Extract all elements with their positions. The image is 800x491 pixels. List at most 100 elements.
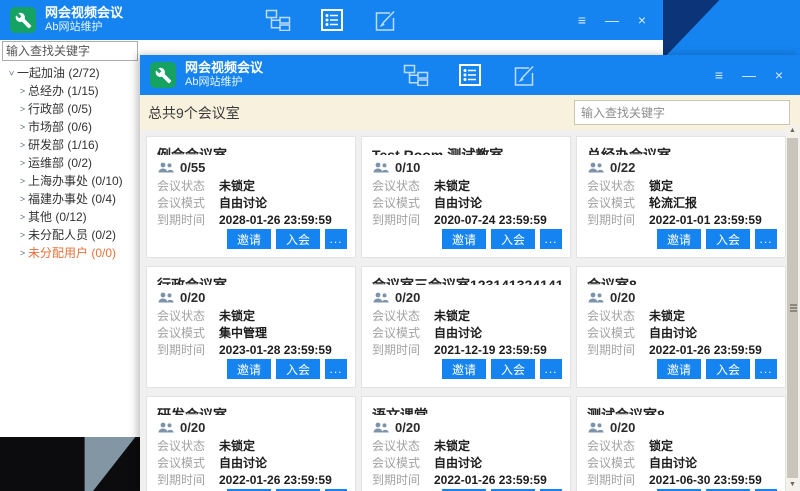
wallpaper-black-corner <box>0 437 141 491</box>
sidebar-tree-item[interactable]: > 总经办 (1/15) <box>0 82 140 100</box>
participant-count: 0/20 <box>610 420 635 435</box>
participant-count: 0/20 <box>395 290 420 305</box>
app-logo-wrench-icon <box>10 7 36 33</box>
expiry-label: 到期时间 <box>157 472 209 489</box>
expiry-value: 2022-01-26 23:59:59 <box>649 342 762 359</box>
participant-count: 0/20 <box>180 290 205 305</box>
expiry-label: 到期时间 <box>372 212 424 229</box>
invite-button[interactable]: 邀请 <box>442 359 486 379</box>
sidebar-tree-item[interactable]: > 一起加油 (2/72) <box>0 64 140 82</box>
status-value: 未锁定 <box>219 438 255 455</box>
join-button[interactable]: 入会 <box>706 229 750 249</box>
more-options-button[interactable]: ... <box>325 229 347 249</box>
more-options-button[interactable]: ... <box>540 359 562 379</box>
vertical-scrollbar[interactable]: ▲ ▼ <box>786 125 799 491</box>
department-sidebar: > 一起加油 (2/72) > 总经办 (1/15) > 行政部 (0/5) >… <box>0 40 140 437</box>
mode-value: 自由讨论 <box>434 455 482 472</box>
sidebar-tree-item[interactable]: > 未分配人员 (0/2) <box>0 226 140 244</box>
wallpaper-navy-shape <box>660 0 800 56</box>
join-button[interactable]: 入会 <box>706 359 750 379</box>
more-options-button[interactable]: ... <box>755 359 777 379</box>
back-minimize-button[interactable]: — <box>601 9 623 31</box>
mode-value: 自由讨论 <box>434 325 482 342</box>
join-button[interactable]: 入会 <box>491 359 535 379</box>
front-menu-button[interactable]: ≡ <box>708 64 730 86</box>
scrollbar-thumb[interactable] <box>787 138 798 478</box>
chevron-right-icon[interactable]: > <box>17 208 28 226</box>
expiry-label: 到期时间 <box>157 212 209 229</box>
chevron-right-icon[interactable]: > <box>17 190 28 208</box>
room-list-icon[interactable] <box>456 61 484 89</box>
status-label: 会议状态 <box>372 308 424 325</box>
sidebar-tree-item[interactable]: > 运维部 (0/2) <box>0 154 140 172</box>
room-name: 会议室8 <box>587 275 777 285</box>
invite-button[interactable]: 邀请 <box>657 229 701 249</box>
participants-icon <box>588 292 604 303</box>
mode-value: 集中管理 <box>219 325 267 342</box>
status-label: 会议状态 <box>157 308 209 325</box>
join-button[interactable]: 入会 <box>491 229 535 249</box>
room-name: 语文课堂 <box>372 405 562 415</box>
status-value: 未锁定 <box>434 438 470 455</box>
department-tree: > 一起加油 (2/72) > 总经办 (1/15) > 行政部 (0/5) >… <box>0 64 140 262</box>
back-menu-button[interactable]: ≡ <box>571 9 593 31</box>
invite-button[interactable]: 邀请 <box>227 229 271 249</box>
sidebar-tree-item[interactable]: > 行政部 (0/5) <box>0 100 140 118</box>
expiry-value: 2021-06-30 23:59:59 <box>649 472 762 489</box>
room-list-icon[interactable] <box>318 6 346 34</box>
participants-icon <box>373 422 389 433</box>
edit-compose-icon[interactable] <box>510 61 538 89</box>
chevron-right-icon[interactable]: > <box>17 244 28 262</box>
room-name: 测试会议室8 <box>587 405 777 415</box>
back-close-button[interactable]: × <box>631 9 653 31</box>
chevron-right-icon[interactable]: > <box>17 82 28 100</box>
participants-icon <box>158 292 174 303</box>
front-window-titlebar: 网会视频会议 Ab网站维护 ≡ — × <box>140 55 800 95</box>
status-label: 会议状态 <box>587 178 639 195</box>
sidebar-search-input[interactable] <box>2 41 138 61</box>
chevron-right-icon[interactable]: > <box>17 100 28 118</box>
join-button[interactable]: 入会 <box>276 359 320 379</box>
participant-count: 0/20 <box>610 290 635 305</box>
sidebar-tree-item[interactable]: > 市场部 (0/6) <box>0 118 140 136</box>
more-options-button[interactable]: ... <box>755 229 777 249</box>
scroll-up-icon[interactable]: ▲ <box>786 125 799 137</box>
front-close-button[interactable]: × <box>768 64 790 86</box>
participant-count: 0/55 <box>180 160 205 175</box>
sidebar-tree-item[interactable]: > 其他 (0/12) <box>0 208 140 226</box>
expiry-value: 2022-01-01 23:59:59 <box>649 212 762 229</box>
join-button[interactable]: 入会 <box>276 229 320 249</box>
sidebar-tree-item[interactable]: > 福建办事处 (0/4) <box>0 190 140 208</box>
chevron-right-icon[interactable]: > <box>17 118 28 136</box>
more-options-button[interactable]: ... <box>540 229 562 249</box>
sidebar-tree-item[interactable]: > 上海办事处 (0/10) <box>0 172 140 190</box>
sidebar-tree-item[interactable]: > 未分配用户 (0/0) <box>0 244 140 262</box>
org-chart-icon[interactable] <box>264 6 292 34</box>
status-value: 锁定 <box>649 178 673 195</box>
invite-button[interactable]: 邀请 <box>442 229 486 249</box>
org-chart-icon[interactable] <box>402 61 430 89</box>
participant-count: 0/20 <box>395 420 420 435</box>
chevron-right-icon[interactable]: > <box>17 136 28 154</box>
invite-button[interactable]: 邀请 <box>657 359 701 379</box>
meeting-room-card: 会议室8 0/20 会议状态未锁定 会议模式自由讨论 到期时间2022-01-2… <box>576 266 786 388</box>
wallpaper-gray-shape <box>0 437 141 491</box>
meeting-room-card: 例会会议室 0/55 会议状态未锁定 会议模式自由讨论 到期时间2028-01-… <box>146 136 356 258</box>
participants-icon <box>158 422 174 433</box>
more-options-button[interactable]: ... <box>325 359 347 379</box>
scroll-down-icon[interactable]: ▼ <box>786 479 799 491</box>
chevron-right-icon[interactable]: > <box>17 226 28 244</box>
edit-compose-icon[interactable] <box>372 6 400 34</box>
chevron-right-icon[interactable]: > <box>17 172 28 190</box>
room-search-input[interactable] <box>574 100 790 125</box>
meeting-rooms-window: 网会视频会议 Ab网站维护 ≡ — × 总共9个会议室 <box>140 55 800 491</box>
front-minimize-button[interactable]: — <box>738 64 760 86</box>
chevron-down-icon[interactable]: > <box>3 68 21 79</box>
status-value: 未锁定 <box>649 308 685 325</box>
invite-button[interactable]: 邀请 <box>227 359 271 379</box>
status-value: 未锁定 <box>434 308 470 325</box>
sidebar-tree-item[interactable]: > 研发部 (1/16) <box>0 136 140 154</box>
chevron-right-icon[interactable]: > <box>17 154 28 172</box>
front-window-subtitle: Ab网站维护 <box>185 76 263 89</box>
participants-icon <box>373 292 389 303</box>
